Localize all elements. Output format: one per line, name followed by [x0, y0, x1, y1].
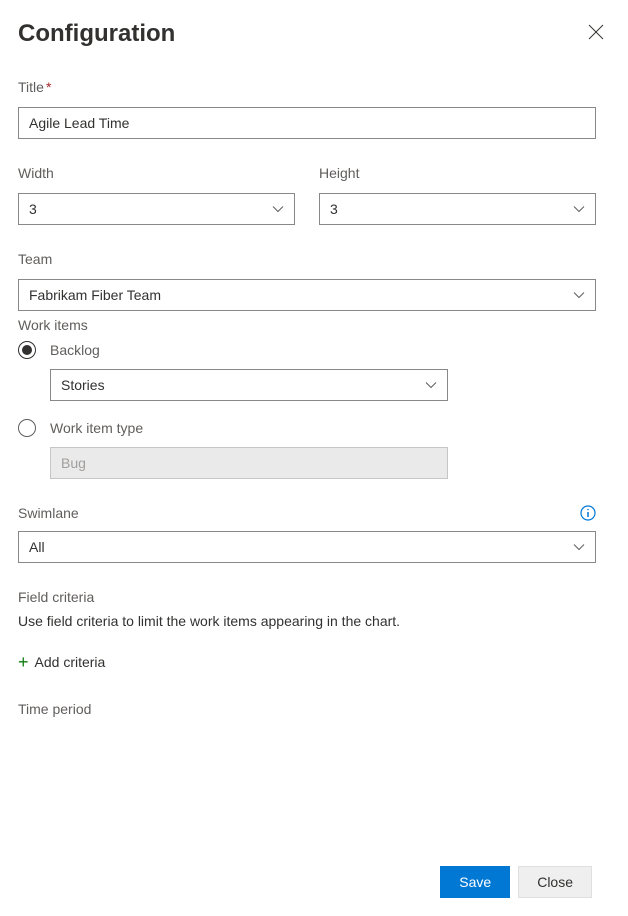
backlog-radio[interactable] — [18, 341, 36, 359]
width-select[interactable]: 3 — [18, 193, 295, 225]
chevron-down-icon — [272, 203, 284, 215]
close-button[interactable] — [582, 18, 610, 49]
work-item-type-value: Bug — [61, 455, 86, 471]
add-criteria-label: Add criteria — [35, 654, 106, 670]
add-criteria-button[interactable]: + Add criteria — [18, 649, 105, 675]
time-period-label: Time period — [18, 701, 596, 717]
swimlane-label: Swimlane — [18, 505, 79, 521]
info-icon[interactable] — [580, 505, 596, 521]
work-items-label: Work items — [18, 317, 596, 333]
chevron-down-icon — [425, 379, 437, 391]
work-item-type-select: Bug — [50, 447, 448, 479]
swimlane-value: All — [29, 539, 45, 555]
panel-title: Configuration — [18, 20, 175, 48]
width-label: Width — [18, 165, 295, 181]
height-label: Height — [319, 165, 596, 181]
close-footer-button[interactable]: Close — [518, 866, 592, 898]
chevron-down-icon — [573, 541, 585, 553]
width-value: 3 — [29, 201, 37, 217]
plus-icon: + — [18, 653, 29, 671]
title-label: Title* — [18, 79, 596, 95]
close-icon — [588, 24, 604, 43]
height-select[interactable]: 3 — [319, 193, 596, 225]
team-value: Fabrikam Fiber Team — [29, 287, 161, 303]
backlog-value: Stories — [61, 377, 105, 393]
title-input[interactable] — [18, 107, 596, 139]
chevron-down-icon — [573, 203, 585, 215]
field-criteria-label: Field criteria — [18, 589, 596, 605]
work-item-type-radio-label: Work item type — [50, 420, 143, 436]
backlog-select[interactable]: Stories — [50, 369, 448, 401]
required-asterisk: * — [46, 79, 51, 95]
chevron-down-icon — [573, 289, 585, 301]
swimlane-select[interactable]: All — [18, 531, 596, 563]
work-item-type-radio[interactable] — [18, 419, 36, 437]
team-label: Team — [18, 251, 596, 267]
height-value: 3 — [330, 201, 338, 217]
save-button[interactable]: Save — [440, 866, 510, 898]
team-select[interactable]: Fabrikam Fiber Team — [18, 279, 596, 311]
field-criteria-description: Use field criteria to limit the work ite… — [18, 613, 596, 629]
backlog-radio-label: Backlog — [50, 342, 100, 358]
